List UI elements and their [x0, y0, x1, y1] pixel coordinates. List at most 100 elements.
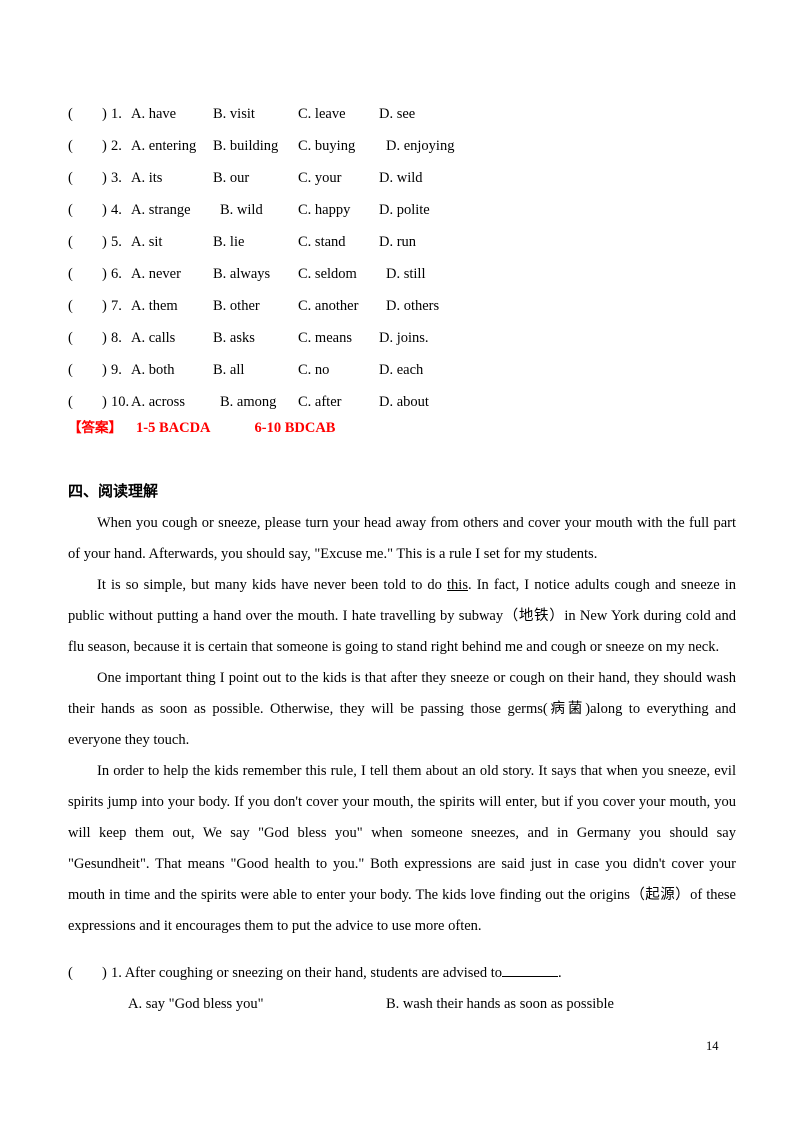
question-number: 9. — [111, 362, 122, 378]
answer-key-line: 【答案】 1-5 BACDA 6-10 BDCAB — [68, 417, 335, 439]
answer-paren-close: ) — [102, 362, 107, 378]
option-b[interactable]: B. always — [213, 258, 270, 290]
option-a[interactable]: A. its — [131, 162, 162, 194]
question-number: 4. — [111, 202, 122, 218]
answer-paren-close: ) — [102, 202, 107, 218]
option-d[interactable]: D. wild — [379, 162, 423, 194]
option-a[interactable]: A. both — [131, 354, 175, 386]
answer-paren-open: ( — [68, 965, 73, 981]
option-d[interactable]: D. enjoying — [386, 130, 454, 162]
cloze-row: ( ) 4. A. strange B. wild C. happy D. po… — [68, 194, 738, 226]
option-d[interactable]: D. polite — [379, 194, 430, 226]
answer-paren-close: ) — [102, 330, 107, 346]
cloze-row: ( ) 10. A. across B. among C. after D. a… — [68, 386, 738, 418]
option-a[interactable]: A. strange — [131, 194, 191, 226]
option-d[interactable]: D. each — [379, 354, 423, 386]
option-b[interactable]: B. all — [213, 354, 244, 386]
option-c[interactable]: C. seldom — [298, 258, 357, 290]
option-d[interactable]: D. see — [379, 98, 415, 130]
option-a[interactable]: A. have — [131, 98, 176, 130]
passage-paragraph-3: One important thing I point out to the k… — [68, 670, 736, 748]
cloze-row: ( ) 3. A. its B. our C. your D. wild — [68, 162, 738, 194]
reading-question-block: ( ) 1. After coughing or sneezing on the… — [68, 958, 736, 1020]
option-d[interactable]: D. others — [386, 290, 439, 322]
reading-passage: When you cough or sneeze, please turn yo… — [68, 508, 736, 942]
option-a[interactable]: A. across — [131, 386, 185, 418]
passage-paragraph-1: When you cough or sneeze, please turn yo… — [68, 515, 736, 562]
answer-paren-close: ) — [102, 234, 107, 250]
option-b[interactable]: B. building — [213, 130, 278, 162]
option-b[interactable]: B. our — [213, 162, 249, 194]
answer-blank[interactable] — [502, 964, 558, 977]
answer-paren-open: ( — [68, 170, 73, 186]
answer-paren-close: ) — [102, 106, 107, 122]
question-number: 1. — [111, 106, 122, 122]
reading-question-stem: ( ) 1. After coughing or sneezing on the… — [68, 958, 736, 989]
option-a[interactable]: A. calls — [131, 322, 175, 354]
answer-paren-close: ) — [102, 965, 107, 981]
cloze-options-block: ( ) 1. A. have B. visit C. leave D. see … — [68, 98, 738, 418]
option-a[interactable]: A. entering — [131, 130, 196, 162]
reading-choice-b[interactable]: B. wash their hands as soon as possible — [386, 989, 614, 1020]
answer-paren-close: ) — [102, 394, 107, 410]
document-page: ( ) 1. A. have B. visit C. leave D. see … — [0, 0, 794, 1123]
answer-paren-open: ( — [68, 138, 73, 154]
option-d[interactable]: D. joins. — [379, 322, 429, 354]
question-stem-after-blank: . — [558, 965, 562, 981]
option-b[interactable]: B. asks — [213, 322, 255, 354]
option-c[interactable]: C. your — [298, 162, 342, 194]
cloze-row: ( ) 2. A. entering B. building C. buying… — [68, 130, 738, 162]
option-c[interactable]: C. stand — [298, 226, 346, 258]
section-heading: 四、阅读理解 — [68, 482, 159, 500]
question-number: 6. — [111, 266, 122, 282]
answer-key-range-2: 6-10 BDCAB — [254, 420, 336, 436]
answer-paren-open: ( — [68, 202, 73, 218]
reading-question-choices: A. say "God bless you" B. wash their han… — [68, 989, 736, 1020]
answer-paren-open: ( — [68, 266, 73, 282]
option-a[interactable]: A. never — [131, 258, 181, 290]
option-c[interactable]: C. buying — [298, 130, 355, 162]
option-b[interactable]: B. visit — [213, 98, 255, 130]
option-a[interactable]: A. sit — [131, 226, 162, 258]
option-b[interactable]: B. other — [213, 290, 260, 322]
answer-paren-close: ) — [102, 266, 107, 282]
answer-paren-close: ) — [102, 170, 107, 186]
cloze-row: ( ) 9. A. both B. all C. no D. each — [68, 354, 738, 386]
paragraph-2-text-before: It is so simple, but many kids have neve… — [97, 577, 448, 593]
answer-paren-open: ( — [68, 362, 73, 378]
option-a[interactable]: A. them — [131, 290, 178, 322]
option-d[interactable]: D. still — [386, 258, 425, 290]
option-d[interactable]: D. run — [379, 226, 416, 258]
passage-paragraph-4: In order to help the kids remember this … — [68, 763, 736, 934]
answer-paren-open: ( — [68, 330, 73, 346]
question-number: 5. — [111, 234, 122, 250]
answer-paren-open: ( — [68, 234, 73, 250]
option-c[interactable]: C. leave — [298, 98, 346, 130]
answer-paren-close: ) — [102, 138, 107, 154]
cloze-row: ( ) 7. A. them B. other C. another D. ot… — [68, 290, 738, 322]
option-b[interactable]: B. wild — [220, 194, 263, 226]
answer-key-label: 【答案】 — [68, 420, 122, 436]
option-b[interactable]: B. among — [220, 386, 276, 418]
option-c[interactable]: C. means — [298, 322, 352, 354]
cloze-row: ( ) 1. A. have B. visit C. leave D. see — [68, 98, 738, 130]
option-d[interactable]: D. about — [379, 386, 429, 418]
question-number: 10. — [111, 394, 130, 410]
option-b[interactable]: B. lie — [213, 226, 244, 258]
question-number: 7. — [111, 298, 122, 314]
answer-paren-open: ( — [68, 394, 73, 410]
cloze-row: ( ) 6. A. never B. always C. seldom D. s… — [68, 258, 738, 290]
question-stem-before-blank: 1. After coughing or sneezing on their h… — [111, 965, 502, 981]
cloze-row: ( ) 5. A. sit B. lie C. stand D. run — [68, 226, 738, 258]
option-c[interactable]: C. happy — [298, 194, 350, 226]
option-c[interactable]: C. another — [298, 290, 358, 322]
option-c[interactable]: C. after — [298, 386, 341, 418]
answer-paren-open: ( — [68, 106, 73, 122]
cloze-row: ( ) 8. A. calls B. asks C. means D. join… — [68, 322, 738, 354]
option-c[interactable]: C. no — [298, 354, 329, 386]
answer-paren-open: ( — [68, 298, 73, 314]
reading-choice-a[interactable]: A. say "God bless you" — [128, 989, 263, 1020]
answer-paren-close: ) — [102, 298, 107, 314]
answer-key-range-1: 1-5 BACDA — [136, 420, 211, 436]
passage-paragraph-2: It is so simple, but many kids have neve… — [68, 570, 736, 663]
